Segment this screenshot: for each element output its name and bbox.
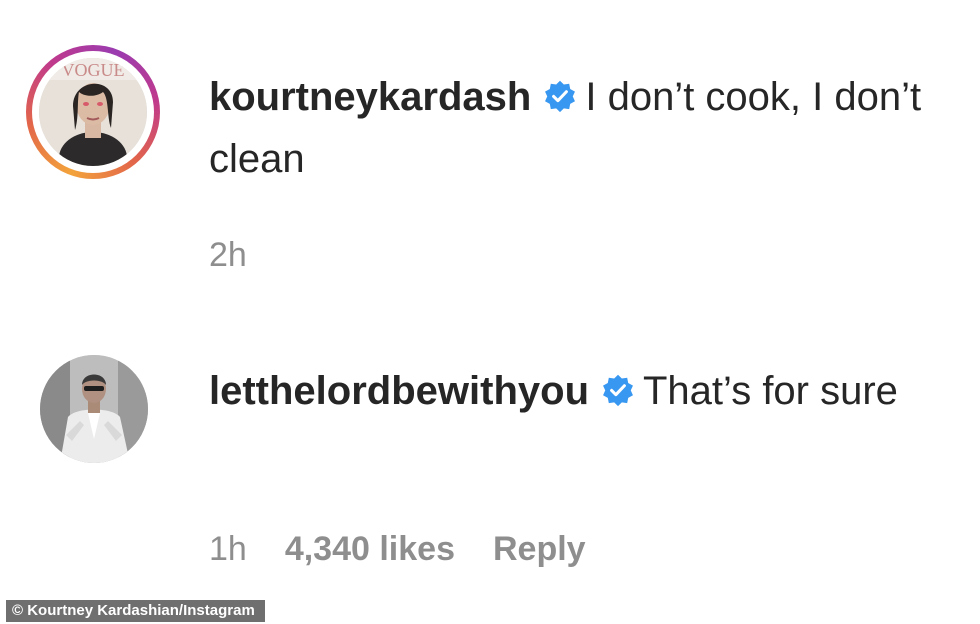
avatar[interactable] xyxy=(40,355,148,463)
avatar-story-ring[interactable]: VOGUE xyxy=(26,45,160,179)
avatar-photo-icon: VOGUE xyxy=(39,58,147,166)
comment-body: kourtneykardash I don’t cook, I don’t cl… xyxy=(209,66,949,190)
likes-count[interactable]: 4,340 likes xyxy=(285,530,455,569)
comment-meta: 2h xyxy=(209,236,247,275)
verified-badge-icon xyxy=(545,80,576,113)
comment-text: That’s for sure xyxy=(643,369,898,413)
comment-timestamp[interactable]: 2h xyxy=(209,236,247,275)
svg-text:VOGUE: VOGUE xyxy=(62,60,125,80)
comment-timestamp[interactable]: 1h xyxy=(209,530,247,569)
comment-username[interactable]: letthelordbewithyou xyxy=(209,369,589,413)
avatar: VOGUE xyxy=(39,58,147,166)
photo-credit: © Kourtney Kardashian/Instagram xyxy=(6,600,265,622)
comment-meta: 1h 4,340 likes Reply xyxy=(209,530,586,569)
comment-body: letthelordbewithyou That’s for sure xyxy=(209,360,949,422)
avatar-photo-icon xyxy=(40,355,148,463)
reply-button[interactable]: Reply xyxy=(493,530,586,569)
verified-badge-icon xyxy=(603,374,633,407)
comment-username[interactable]: kourtneykardash xyxy=(209,75,531,119)
